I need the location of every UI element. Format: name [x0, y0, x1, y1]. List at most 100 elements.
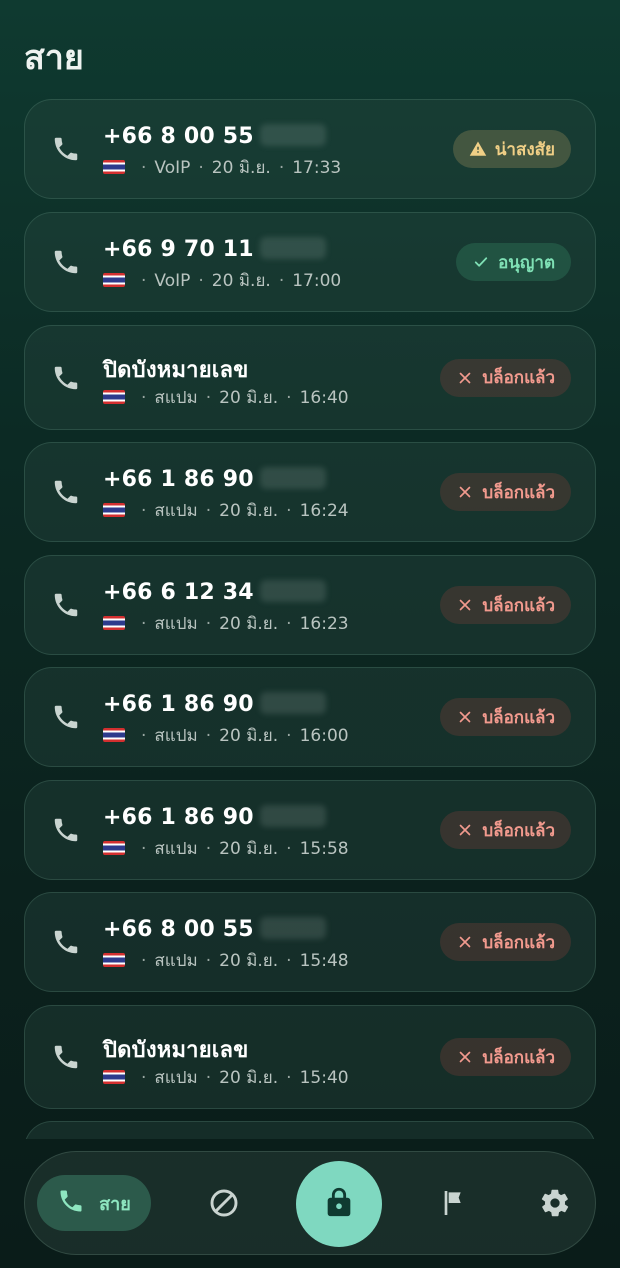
- call-item[interactable]: +66 6 12 34 · สแปม · 20 มิ.ย. · 16:23 บล็อกแล…: [24, 555, 596, 655]
- status-badge[interactable]: บล็อกแล้ว: [440, 473, 571, 511]
- call-meta: · สแปม · 20 มิ.ย. · 16:40: [103, 384, 349, 411]
- call-date: 20 มิ.ย.: [219, 839, 279, 859]
- call-date: 20 มิ.ย.: [211, 158, 271, 178]
- call-type: VoIP: [154, 158, 191, 178]
- status-badge[interactable]: บล็อกแล้ว: [440, 358, 571, 397]
- status-badge[interactable]: บล็อกแล้ว: [440, 1038, 571, 1076]
- caller-number: +66 1 86 90: [103, 692, 326, 717]
- nav-calls-label: สาย: [99, 1193, 131, 1215]
- thai-flag-icon: [103, 953, 125, 967]
- thai-flag-icon: [103, 390, 125, 404]
- call-time: 17:33: [292, 158, 342, 178]
- thai-flag-icon: [103, 728, 125, 742]
- phone-icon: [51, 247, 81, 277]
- phone-icon: [57, 1187, 85, 1220]
- call-item[interactable]: [24, 1121, 596, 1139]
- caller-number: +66 9 70 11: [103, 237, 326, 262]
- thai-flag-icon: [103, 160, 125, 174]
- thai-flag-icon: [103, 616, 125, 630]
- call-type: สแปม: [154, 839, 198, 859]
- lock-icon: [322, 1185, 356, 1223]
- caller-number: ปิดบังหมายเลข: [103, 358, 249, 383]
- close-icon: [456, 483, 474, 501]
- call-meta: · สแปม · 20 มิ.ย. · 16:23: [103, 610, 349, 637]
- redacted-digits: [259, 124, 326, 146]
- call-item[interactable]: ปิดบังหมายเลข · สแปม · 20 มิ.ย. · 15:40 บล็อก…: [24, 1005, 596, 1109]
- bottom-nav: สาย: [24, 1151, 596, 1255]
- call-item[interactable]: +66 1 86 90 · สแปม · 20 มิ.ย. · 16:00 บล็อกแล…: [24, 667, 596, 767]
- phone-icon: [51, 363, 81, 393]
- caller-number: +66 8 00 55: [103, 917, 326, 942]
- call-type: สแปม: [154, 1068, 198, 1088]
- status-badge[interactable]: บล็อกแล้ว: [440, 586, 571, 624]
- thai-flag-icon: [103, 1070, 125, 1084]
- page-title: สาย: [24, 38, 84, 78]
- call-item[interactable]: +66 1 86 90 · สแปม · 20 มิ.ย. · 15:58 บล็อกแล…: [24, 780, 596, 880]
- caller-number: +66 1 86 90: [103, 467, 326, 492]
- caller-number: +66 6 12 34: [103, 580, 326, 605]
- call-type: สแปม: [154, 614, 198, 634]
- close-icon: [456, 933, 474, 951]
- phone-icon: [51, 134, 81, 164]
- call-time: 16:23: [299, 614, 349, 634]
- call-date: 20 มิ.ย.: [219, 951, 279, 971]
- close-icon: [456, 708, 474, 726]
- call-date: 20 มิ.ย.: [219, 388, 279, 408]
- redacted-digits: [259, 580, 326, 602]
- call-item[interactable]: +66 8 00 55 · VoIP · 20 มิ.ย. · 17:33 น่าสงสั…: [24, 99, 596, 199]
- close-icon: [456, 1048, 474, 1066]
- call-type: สแปม: [154, 388, 198, 408]
- call-meta: · สแปม · 20 มิ.ย. · 15:58: [103, 835, 349, 862]
- call-date: 20 มิ.ย.: [219, 1068, 279, 1088]
- call-type: VoIP: [154, 271, 191, 291]
- call-type: สแปม: [154, 726, 198, 746]
- call-time: 16:24: [299, 501, 349, 521]
- call-date: 20 มิ.ย.: [219, 614, 279, 634]
- call-date: 20 มิ.ย.: [211, 271, 271, 291]
- call-type: สแปม: [154, 951, 198, 971]
- thai-flag-icon: [103, 503, 125, 517]
- phone-icon: [51, 927, 81, 957]
- nav-calls-tab[interactable]: สาย: [37, 1175, 151, 1231]
- caller-number: +66 8 00 55: [103, 124, 326, 149]
- caller-number: ปิดบังหมายเลข: [103, 1038, 249, 1063]
- phone-icon: [51, 590, 81, 620]
- phone-icon: [51, 702, 81, 732]
- call-list: +66 8 00 55 · VoIP · 20 มิ.ย. · 17:33 น่าสงสั…: [24, 99, 596, 1139]
- warning-icon: [469, 140, 487, 158]
- close-icon: [456, 369, 474, 387]
- close-icon: [456, 821, 474, 839]
- status-badge[interactable]: บล็อกแล้ว: [440, 923, 571, 961]
- redacted-digits: [259, 917, 326, 939]
- call-item[interactable]: +66 9 70 11 · VoIP · 20 มิ.ย. · 17:00 อนุญาต: [24, 212, 596, 312]
- check-icon: [472, 253, 490, 271]
- call-item[interactable]: +66 8 00 55 · สแปม · 20 มิ.ย. · 15:48 บล็อกแล…: [24, 892, 596, 992]
- call-type: สแปม: [154, 501, 198, 521]
- flag-icon[interactable]: [438, 1187, 470, 1219]
- call-meta: · สแปม · 20 มิ.ย. · 15:48: [103, 947, 349, 974]
- lock-button[interactable]: [296, 1161, 382, 1247]
- call-time: 15:58: [299, 839, 349, 859]
- status-badge[interactable]: บล็อกแล้ว: [440, 811, 571, 849]
- call-date: 20 มิ.ย.: [219, 726, 279, 746]
- phone-icon: [51, 477, 81, 507]
- call-item[interactable]: +66 1 86 90 · สแปม · 20 มิ.ย. · 16:24 บล็อกแล…: [24, 442, 596, 542]
- status-badge[interactable]: น่าสงสัย: [452, 130, 571, 168]
- caller-number: +66 1 86 90: [103, 805, 326, 830]
- call-item[interactable]: ปิดบังหมายเลข · สแปม · 20 มิ.ย. · 16:40 บล็อก…: [24, 325, 596, 430]
- call-meta: · สแปม · 20 มิ.ย. · 15:40: [103, 1064, 349, 1091]
- call-meta: · สแปม · 20 มิ.ย. · 16:00: [103, 722, 349, 749]
- call-time: 16:00: [299, 726, 349, 746]
- phone-icon: [51, 815, 81, 845]
- settings-icon[interactable]: [539, 1187, 571, 1219]
- block-icon[interactable]: [208, 1187, 240, 1219]
- call-time: 17:00: [292, 271, 342, 291]
- call-time: 15:40: [299, 1068, 349, 1088]
- status-badge[interactable]: อนุญาต: [456, 243, 571, 281]
- call-time: 16:40: [299, 388, 349, 408]
- redacted-digits: [259, 805, 326, 827]
- call-meta: · VoIP · 20 มิ.ย. · 17:33: [103, 154, 341, 181]
- status-badge[interactable]: บล็อกแล้ว: [440, 698, 571, 736]
- redacted-digits: [259, 467, 326, 489]
- thai-flag-icon: [103, 841, 125, 855]
